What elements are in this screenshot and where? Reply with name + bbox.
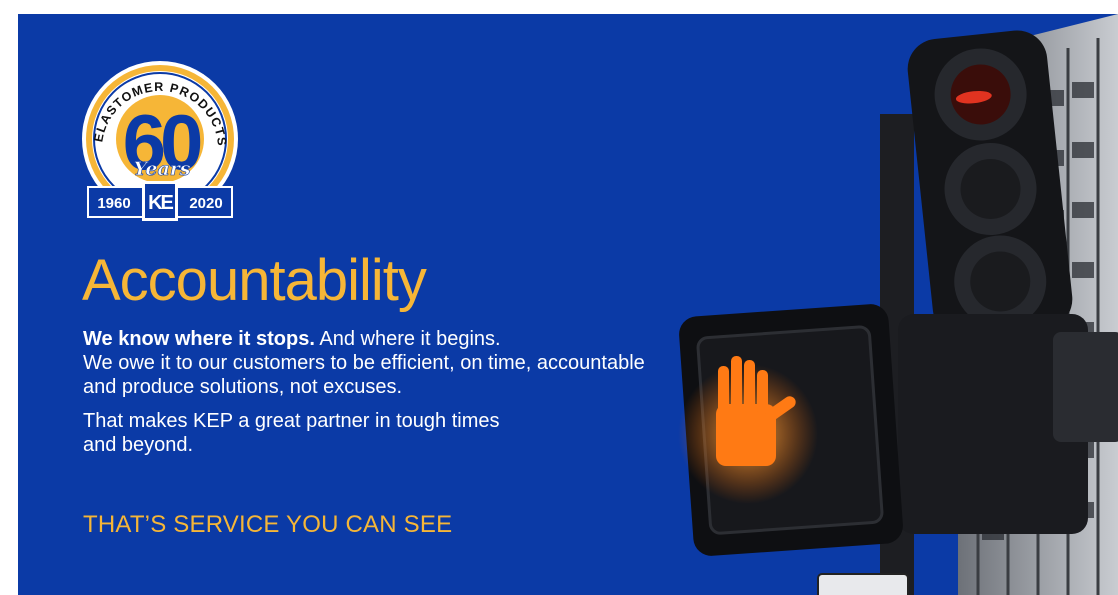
lead-bold: We know where it stops. — [83, 328, 315, 350]
lead-rest: And where it begins. — [314, 328, 501, 350]
pedestrian-signal — [678, 304, 903, 556]
tagline: THAT’S SERVICE YOU CAN SEE — [83, 511, 453, 538]
logo-end-year: 2020 — [189, 195, 222, 212]
traffic-light-photo — [678, 14, 1118, 595]
anniversary-logo: KENT ELASTOMER PRODUCTS, INC. 60 Years 1… — [80, 57, 238, 221]
logo-monogram: KE — [148, 192, 173, 214]
logo-years-label: Years — [133, 158, 190, 180]
street-sign — [817, 573, 909, 595]
body-copy: We know where it stops. And where it beg… — [83, 327, 683, 467]
paragraph-1-rest: We owe it to our customers to be efficie… — [83, 352, 645, 398]
headline: Accountability — [82, 248, 427, 313]
logo-start-year: 1960 — [97, 195, 130, 212]
hero-banner: KENT ELASTOMER PRODUCTS, INC. 60 Years 1… — [18, 14, 1118, 595]
paragraph-2: That makes KEP a great partner in tough … — [83, 410, 500, 456]
paragraph-1: We know where it stops. And where it beg… — [83, 327, 683, 399]
